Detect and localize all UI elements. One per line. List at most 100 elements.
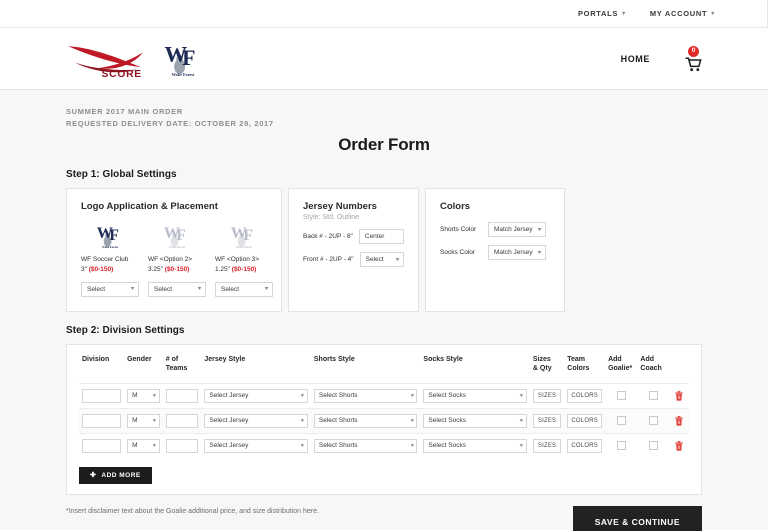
col-header-add-coach: Add Coach bbox=[640, 355, 662, 373]
add-goalie-checkbox[interactable] bbox=[616, 416, 626, 426]
add-goalie-checkbox[interactable] bbox=[616, 441, 626, 451]
logo-option-1: W F Wake Forest WF Soccer Club 3" ($0-15… bbox=[81, 221, 139, 297]
delete-row-button[interactable] bbox=[673, 440, 686, 451]
division-table: Division Gender # of Teams Jersey Style … bbox=[79, 355, 689, 458]
chevron-down-icon: ▾ bbox=[300, 417, 305, 424]
back-number-label: Back # - 2UP - 8" bbox=[303, 233, 353, 241]
front-number-select[interactable]: Select ▾ bbox=[359, 252, 404, 268]
chevron-down-icon: ▾ bbox=[410, 442, 414, 449]
back-number-input[interactable]: Center bbox=[358, 229, 404, 245]
front-number-row: Front # - 2UP - 4" Select ▾ bbox=[303, 252, 404, 268]
cell-delete bbox=[669, 407, 689, 434]
delete-row-button[interactable] bbox=[673, 390, 686, 401]
jersey-style-select[interactable]: Select Jersey ▾ bbox=[204, 413, 308, 428]
shopping-cart-icon bbox=[685, 57, 702, 71]
shorts-style-select[interactable]: Select Shorts ▾ bbox=[313, 388, 418, 403]
order-delivery-date: REQUESTED DELIVERY DATE: OCTOBER 29, 201… bbox=[66, 118, 274, 128]
col-header-teams: # of Teams bbox=[165, 355, 188, 373]
division-input[interactable] bbox=[82, 438, 122, 453]
cell-division bbox=[79, 382, 125, 409]
cell-socks: Select Socks ▾ bbox=[420, 432, 530, 458]
jersey-style-select[interactable]: Select Jersey ▾ bbox=[204, 438, 308, 453]
logo-option-3-label: WF <Option 3> 1.25" ($0-150) bbox=[215, 255, 273, 275]
chevron-down-icon: ▾ bbox=[152, 417, 157, 424]
chevron-down-icon: ▾ bbox=[622, 10, 626, 17]
gender-select[interactable]: M ▾ bbox=[127, 413, 160, 428]
socks-style-select[interactable]: Select Socks ▾ bbox=[423, 438, 527, 453]
table-row: M ▾ Select Jersey ▾ Select Shorts ▾ Sele… bbox=[79, 382, 689, 409]
colors-button[interactable]: COLORS bbox=[567, 388, 603, 403]
nav-item-portals-label: PORTALS bbox=[577, 9, 619, 18]
shorts-color-select[interactable]: Match Jersey ▾ bbox=[488, 222, 546, 238]
socks-style-select[interactable]: Select Socks ▾ bbox=[423, 388, 527, 403]
gender-select-value: M bbox=[132, 417, 138, 425]
sizes-button[interactable]: SIZES bbox=[532, 413, 562, 428]
logo-option-2-select[interactable]: Select ▾ bbox=[148, 281, 206, 297]
delete-row-button[interactable] bbox=[673, 415, 686, 426]
main-header: SCORE W F Wake Forest HOME 0 bbox=[0, 28, 768, 90]
socks-style-select[interactable]: Select Socks ▾ bbox=[423, 413, 527, 428]
teams-input[interactable] bbox=[165, 388, 199, 403]
logo-option-1-name: WF Soccer Club bbox=[81, 256, 129, 264]
division-input[interactable] bbox=[82, 388, 122, 403]
chevron-down-icon: ▾ bbox=[519, 417, 524, 424]
teams-input[interactable] bbox=[165, 413, 199, 428]
chevron-down-icon: ▾ bbox=[537, 249, 542, 256]
logo-option-1-select[interactable]: Select ▾ bbox=[81, 281, 139, 297]
cart-button[interactable]: 0 bbox=[684, 45, 704, 72]
division-input[interactable] bbox=[82, 413, 122, 428]
nav-item-portals[interactable]: PORTALS ▾ bbox=[578, 9, 626, 18]
logo-option-2-select-value: Select bbox=[154, 285, 173, 293]
jersey-numbers-title: Jersey Numbers bbox=[303, 201, 377, 213]
score-logo[interactable]: SCORE bbox=[66, 39, 148, 79]
add-goalie-checkbox[interactable] bbox=[616, 391, 626, 401]
svg-text:Wake Forest: Wake Forest bbox=[102, 245, 118, 249]
add-coach-checkbox[interactable] bbox=[649, 441, 658, 451]
order-name: SUMMER 2017 MAIN ORDER bbox=[66, 107, 183, 116]
logo-option-3-select[interactable]: Select ▾ bbox=[215, 281, 273, 297]
cell-teams bbox=[162, 382, 202, 409]
jersey-style-select[interactable]: Select Jersey ▾ bbox=[204, 388, 308, 403]
utility-nav: PORTALS ▾ MY ACCOUNT ▾ bbox=[578, 9, 767, 18]
step1-heading: Step 1: Global Settings bbox=[66, 169, 177, 181]
add-coach-checkbox[interactable] bbox=[649, 416, 658, 426]
add-more-button[interactable]: ✚ ADD MORE bbox=[79, 466, 152, 484]
utility-bar: PORTALS ▾ MY ACCOUNT ▾ bbox=[0, 0, 768, 28]
save-and-continue-button[interactable]: SAVE & CONTINUE bbox=[572, 505, 702, 531]
shorts-style-select[interactable]: Select Shorts ▾ bbox=[313, 438, 418, 453]
logo-option-1-select-value: Select bbox=[87, 285, 106, 293]
svg-text:Wake Forest: Wake Forest bbox=[236, 245, 252, 249]
logo-option-1-size: 3" bbox=[81, 266, 87, 273]
socks-color-select[interactable]: Match Jersey ▾ bbox=[488, 245, 546, 261]
chevron-down-icon: ▾ bbox=[519, 442, 524, 449]
wake-forest-wf-logo[interactable]: W F Wake Forest bbox=[162, 38, 204, 80]
wf-logo-faded-icon: W F Wake Forest bbox=[148, 221, 206, 251]
colors-button[interactable]: COLORS bbox=[567, 438, 603, 453]
table-header-row: Division Gender # of Teams Jersey Style … bbox=[79, 355, 689, 383]
logo-option-3-select-value: Select bbox=[221, 285, 240, 293]
gender-select[interactable]: M ▾ bbox=[127, 388, 160, 403]
step2-heading: Step 2: Division Settings bbox=[66, 324, 185, 336]
shorts-style-select[interactable]: Select Shorts ▾ bbox=[313, 413, 418, 428]
gender-select[interactable]: M ▾ bbox=[127, 438, 160, 453]
trash-icon bbox=[675, 440, 684, 451]
trash-icon bbox=[675, 390, 684, 401]
col-header-team-colors: Team Colors bbox=[567, 355, 590, 373]
front-number-label: Front # - 2UP - 4" bbox=[303, 256, 354, 264]
sizes-button[interactable]: SIZES bbox=[532, 438, 562, 453]
logo-option-2-label: WF <Option 2> 3.25" ($0-150) bbox=[148, 255, 206, 275]
logo-option-2-name: WF <Option 2> bbox=[148, 256, 193, 264]
cell-division bbox=[79, 407, 125, 434]
shorts-color-label: Shorts Color bbox=[440, 226, 477, 234]
nav-item-home[interactable]: HOME bbox=[621, 54, 650, 64]
nav-item-my-account[interactable]: MY ACCOUNT ▾ bbox=[650, 9, 715, 18]
shorts-style-value: Select Shorts bbox=[318, 392, 358, 400]
logo-group: SCORE W F Wake Forest bbox=[66, 38, 204, 80]
col-header-jersey-style: Jersey Style bbox=[204, 355, 246, 363]
socks-style-value: Select Socks bbox=[428, 417, 466, 425]
svg-text:SCORE: SCORE bbox=[102, 68, 142, 78]
colors-button[interactable]: COLORS bbox=[567, 413, 603, 428]
add-coach-checkbox[interactable] bbox=[649, 391, 658, 401]
teams-input[interactable] bbox=[165, 438, 199, 453]
sizes-button[interactable]: SIZES bbox=[532, 388, 562, 403]
